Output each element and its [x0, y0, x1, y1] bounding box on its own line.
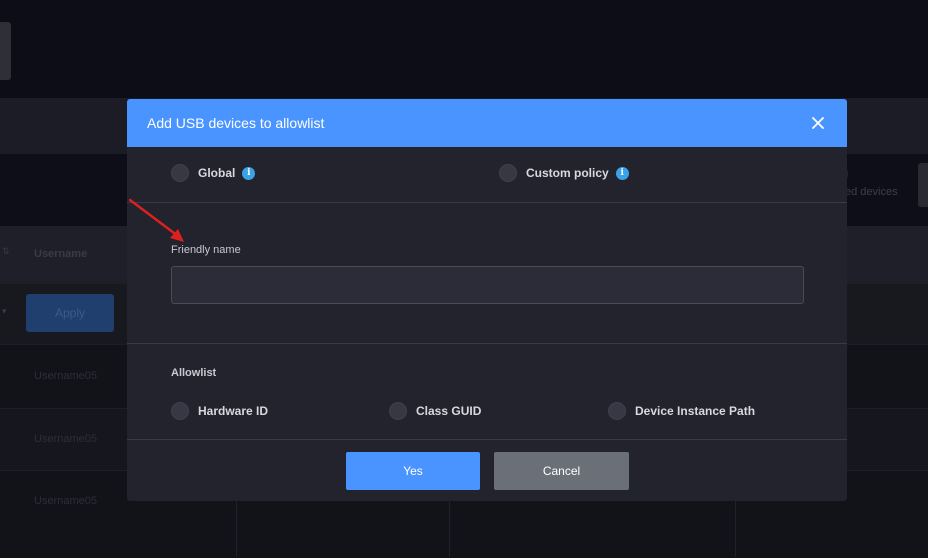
- dialog-header: Add USB devices to allowlist: [127, 99, 847, 147]
- close-icon[interactable]: [809, 114, 827, 132]
- info-icon[interactable]: i: [242, 166, 256, 180]
- device-instance-path-radio[interactable]: [608, 402, 626, 420]
- bg-toolbar-text: ed devices: [845, 186, 898, 198]
- bg-top-button: [0, 22, 11, 80]
- cancel-button[interactable]: Cancel: [494, 452, 629, 490]
- class-guid-option[interactable]: Class GUID: [389, 402, 481, 420]
- red-arrow-annotation-icon: [128, 196, 188, 246]
- dialog-footer: Yes Cancel: [127, 441, 847, 501]
- divider: [127, 202, 847, 203]
- allowlist-label: Allowlist: [171, 367, 217, 379]
- bg-cell-username: Username05: [34, 433, 97, 445]
- device-instance-path-option[interactable]: Device Instance Path: [608, 402, 755, 420]
- divider: [127, 439, 847, 440]
- hardware-id-radio[interactable]: [171, 402, 189, 420]
- friendly-name-input[interactable]: [171, 266, 804, 304]
- class-guid-label: Class GUID: [416, 404, 482, 418]
- bg-chevron-down-icon: ▾: [2, 306, 7, 316]
- hardware-id-label: Hardware ID: [198, 404, 269, 418]
- bg-top-bar: [0, 0, 928, 98]
- global-radio[interactable]: [171, 164, 189, 182]
- custom-policy-option[interactable]: Custom policy i: [499, 164, 629, 182]
- global-label: Global: [198, 166, 236, 180]
- dialog-title: Add USB devices to allowlist: [147, 115, 325, 131]
- device-instance-path-label: Device Instance Path: [635, 404, 756, 418]
- divider: [127, 343, 847, 344]
- class-guid-radio[interactable]: [389, 402, 407, 420]
- add-usb-dialog: Add USB devices to allowlist Global i Cu…: [127, 99, 847, 501]
- bg-apply-button: Apply: [26, 294, 114, 332]
- bg-sort-icon: ⇅: [2, 246, 10, 256]
- bg-column-header: Username: [34, 248, 88, 260]
- hardware-id-option[interactable]: Hardware ID: [171, 402, 268, 420]
- info-icon[interactable]: i: [615, 166, 629, 180]
- custom-policy-radio[interactable]: [499, 164, 517, 182]
- bg-cell-username: Username05: [34, 495, 97, 507]
- bg-cell-username: Username05: [34, 370, 97, 382]
- custom-policy-label: Custom policy: [526, 166, 609, 180]
- global-option[interactable]: Global i: [171, 164, 256, 182]
- bg-toolbar-button: [918, 163, 928, 207]
- yes-button[interactable]: Yes: [346, 452, 480, 490]
